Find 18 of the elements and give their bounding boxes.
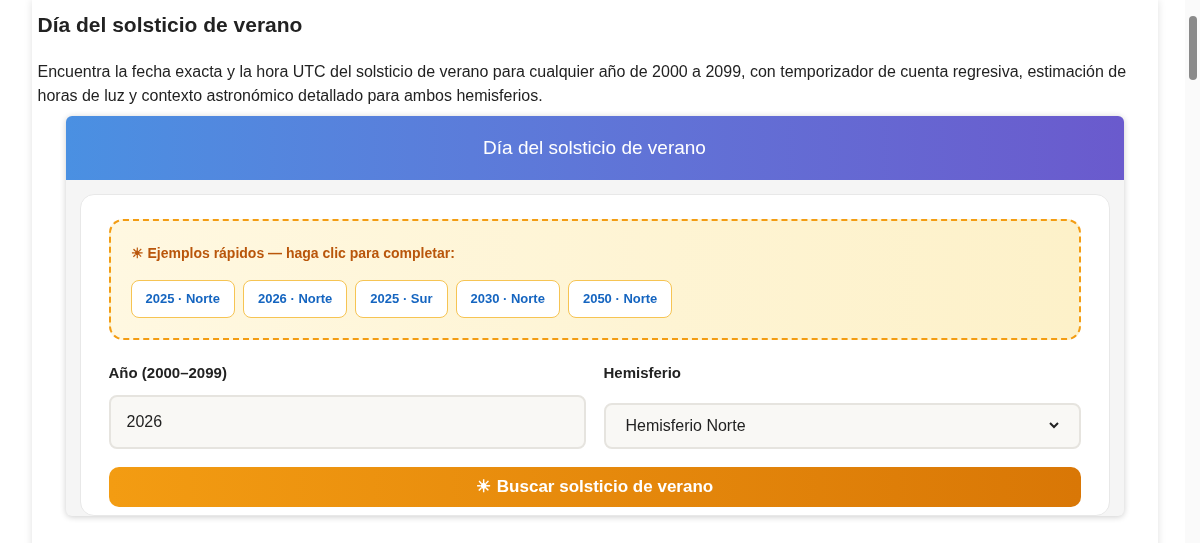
sun-icon: ☀ <box>475 473 491 500</box>
example-chip[interactable]: 2050 · Norte <box>567 280 673 318</box>
hemisphere-select[interactable]: Hemisferio Norte <box>603 402 1081 449</box>
scrollbar[interactable] <box>1185 0 1200 543</box>
example-chip[interactable]: 2025 · Sur <box>355 280 448 318</box>
year-label: Año (2000–2099) <box>108 363 228 383</box>
scroll-thumb[interactable] <box>1188 16 1197 80</box>
examples-label: Ejemplos rápidos — haga clic para completar: <box>147 244 455 263</box>
hemisphere-label: Hemisferio <box>603 363 683 383</box>
example-chip[interactable]: 2026 · Norte <box>242 280 348 318</box>
sun-icon: ☀ <box>130 243 144 264</box>
widget-header: Día del solsticio de verano <box>65 116 1124 180</box>
chevron-down-icon <box>1048 422 1059 429</box>
page-title: Día del solsticio de verano <box>37 12 304 38</box>
example-chip[interactable]: 2030 · Norte <box>455 280 560 318</box>
year-input[interactable]: 2026 <box>108 394 586 449</box>
intro-paragraph: Encuentra la fecha exacta y la hora UTC del solsticio de verano para cualquier año de 2000 a 2099, con temporizador de cuenta regresiva, estimación de horas de luz y contexto astronómico detallado para ambos hemisferios. <box>37 62 1128 106</box>
example-chip[interactable]: 2025 · Norte <box>130 280 235 318</box>
